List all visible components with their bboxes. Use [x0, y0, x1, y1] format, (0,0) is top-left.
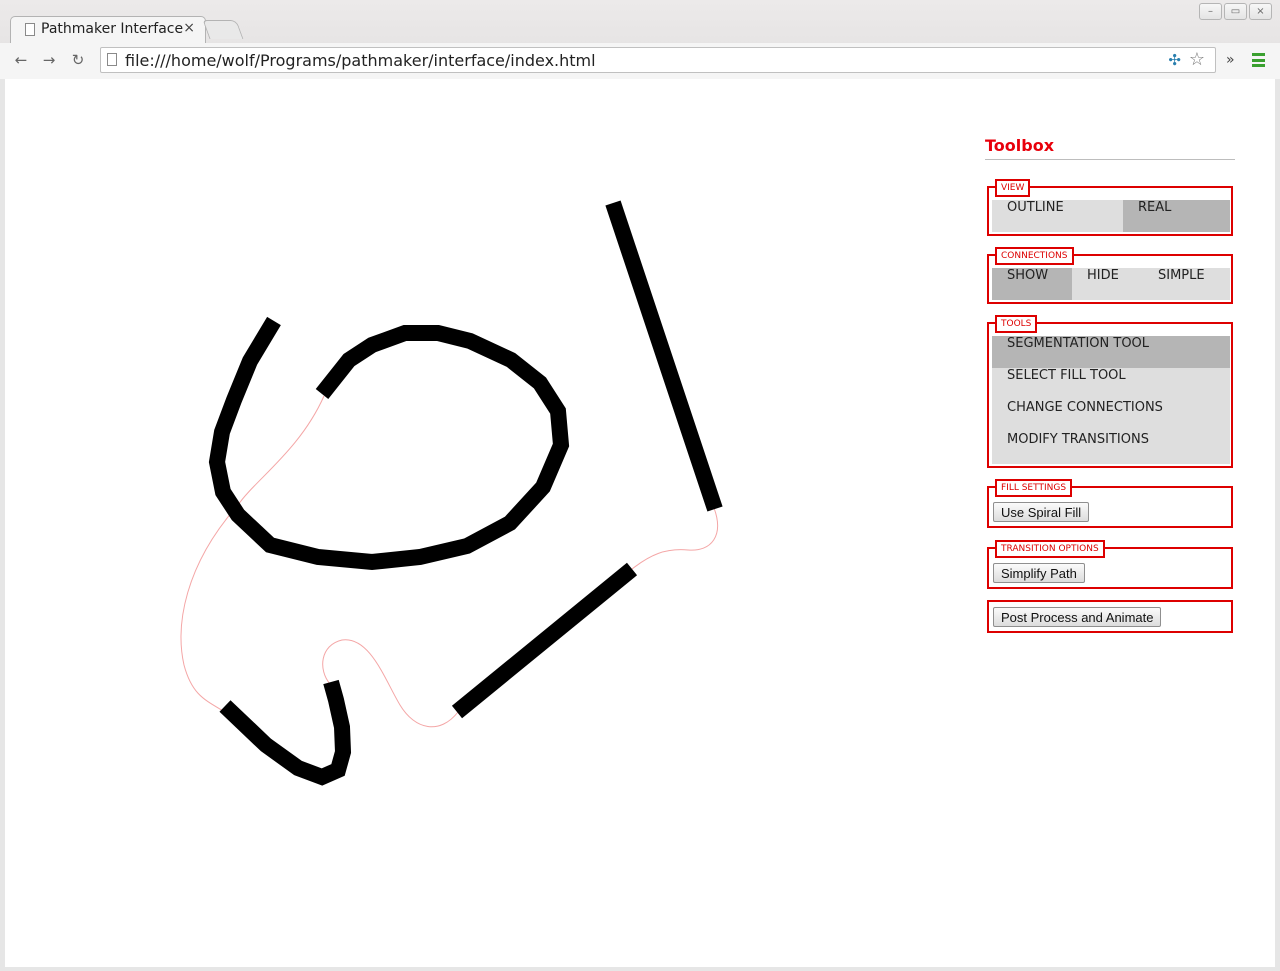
transition-options-legend: TRANSITION OPTIONS: [995, 540, 1105, 558]
fill-settings-legend: FILL SETTINGS: [995, 479, 1073, 497]
stroke-diagonal-line[interactable]: [605, 200, 723, 512]
post-process-animate-button[interactable]: Post Process and Animate: [993, 607, 1162, 627]
connections-options: SHOW HIDE SIMPLE: [992, 268, 1230, 300]
view-options: OUTLINE REAL: [992, 200, 1230, 232]
post-process-group: Post Process and Animate: [987, 600, 1233, 633]
view-real-button[interactable]: REAL: [1123, 200, 1230, 232]
tool-modify-transitions[interactable]: MODIFY TRANSITIONS: [992, 432, 1230, 464]
simplify-path-button[interactable]: Simplify Path: [993, 563, 1085, 583]
view-legend: VIEW: [995, 179, 1031, 197]
tools-legend: TOOLS: [995, 315, 1038, 333]
view-group: VIEW OUTLINE REAL: [987, 179, 1233, 236]
connections-legend: CONNECTIONS: [995, 247, 1074, 265]
tools-list: SEGMENTATION TOOL SELECT FILL TOOL CHANG…: [992, 336, 1230, 464]
transition-options-group: TRANSITION OPTIONS Simplify Path: [987, 540, 1233, 589]
tools-group: TOOLS SEGMENTATION TOOL SELECT FILL TOOL…: [987, 315, 1233, 468]
use-spiral-fill-button[interactable]: Use Spiral Fill: [993, 502, 1090, 522]
tool-select-fill[interactable]: SELECT FILL TOOL: [992, 368, 1230, 400]
connections-simple-button[interactable]: SIMPLE: [1143, 268, 1230, 300]
connections-group: CONNECTIONS SHOW HIDE SIMPLE: [987, 247, 1233, 304]
toolbox-title: Toolbox: [985, 136, 1235, 160]
toolbox-panel: Toolbox VIEW OUTLINE REAL CONNECTIONS SH…: [985, 136, 1235, 633]
stroke-curve-loop[interactable]: [208, 316, 570, 571]
stroke-hook[interactable]: [219, 679, 352, 786]
connections-hide-button[interactable]: HIDE: [1072, 268, 1143, 300]
tool-segmentation[interactable]: SEGMENTATION TOOL: [992, 336, 1230, 368]
stroke-lower-line[interactable]: [451, 562, 638, 719]
connection-path[interactable]: [631, 507, 719, 570]
fill-settings-group: FILL SETTINGS Use Spiral Fill: [987, 479, 1233, 528]
connections-show-button[interactable]: SHOW: [992, 268, 1072, 300]
view-outline-button[interactable]: OUTLINE: [992, 200, 1123, 232]
tool-change-connections[interactable]: CHANGE CONNECTIONS: [992, 400, 1230, 432]
